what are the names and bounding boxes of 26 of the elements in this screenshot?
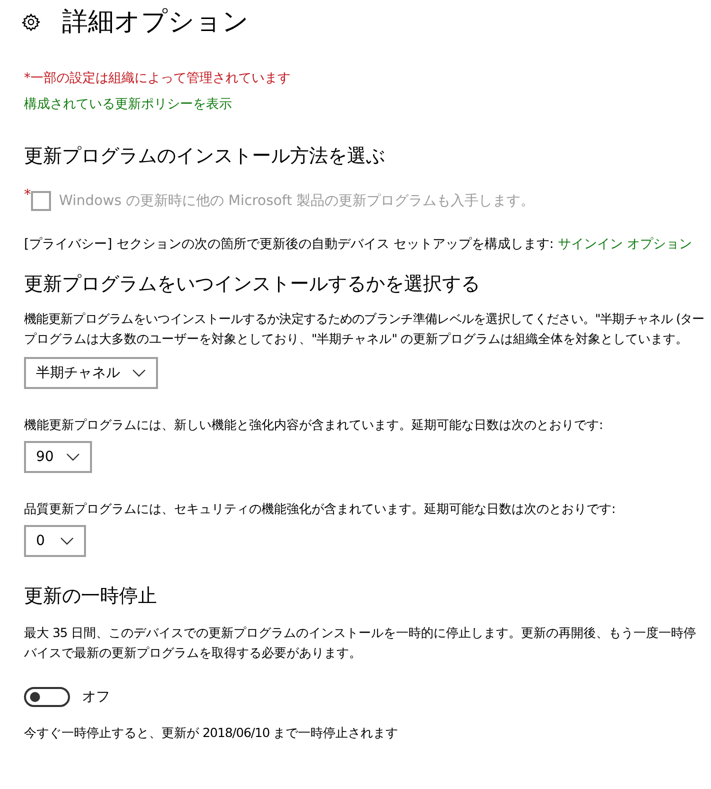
chevron-down-icon: [66, 453, 80, 461]
quality-update-text: 品質更新プログラムには、セキュリティの機能強化が含まれています。延期可能な日数は次のとおりです:: [24, 500, 616, 518]
page-title: 詳細オプション: [62, 6, 249, 39]
policy-link[interactable]: 構成されている更新ポリシーを表示: [24, 95, 711, 113]
description-line: 最大 35 日間、このデバイスでの更新プログラムのインストールを一時的に停止します。更新の再開後、もう一度一時停: [24, 624, 697, 642]
checkbox-label: Windows の更新時に他の Microsoft 製品の更新プログラムも入手します。: [59, 192, 535, 210]
description-line: 機能更新プログラムをいつインストールするか決定するためのブランチ準備レベルを選択してください。"半期チャネル (ター: [24, 310, 706, 328]
dropdown[interactable]: 90: [24, 441, 92, 473]
sign-in-options-link[interactable]: サインイン オプション: [558, 235, 692, 253]
required-mark: *: [24, 187, 31, 203]
feature-update-text: 機能更新プログラムには、新しい機能と強化内容が含まれています。延期可能な日数は次のとおりです:: [24, 416, 604, 434]
dropdown[interactable]: 0: [24, 525, 86, 557]
dropdown[interactable]: 半期チャネル: [24, 357, 158, 389]
section-heading: 更新プログラムのインストール方法を選ぶ: [24, 144, 386, 169]
chevron-down-icon: [60, 537, 74, 545]
section-heading: 更新プログラムをいつインストールするかを選択する: [24, 272, 481, 297]
description-line: プログラムは大多数のユーザーを対象としており、"半期チャネル" の更新プログラムは組織全体を対象としています。: [24, 330, 689, 348]
description-line: バイスで最新の更新プログラムを取得する必要があります。: [24, 644, 362, 662]
toggle-switch[interactable]: [24, 687, 70, 707]
section-heading: 更新の一時停止: [24, 584, 158, 609]
settings-icon: [22, 12, 40, 30]
chevron-down-icon: [132, 369, 146, 377]
pause-note: 今すぐ一時停止すると、更新が 2018/06/10 まで一時停止されます: [24, 724, 399, 742]
managed-notice: *一部の設定は組織によって管理されています: [24, 70, 292, 87]
privacy-text: [プライバシー] セクションの次の箇所で更新後の自動デバイス セットアップを構成します:: [24, 236, 555, 253]
toggle-label: オフ: [82, 688, 110, 706]
